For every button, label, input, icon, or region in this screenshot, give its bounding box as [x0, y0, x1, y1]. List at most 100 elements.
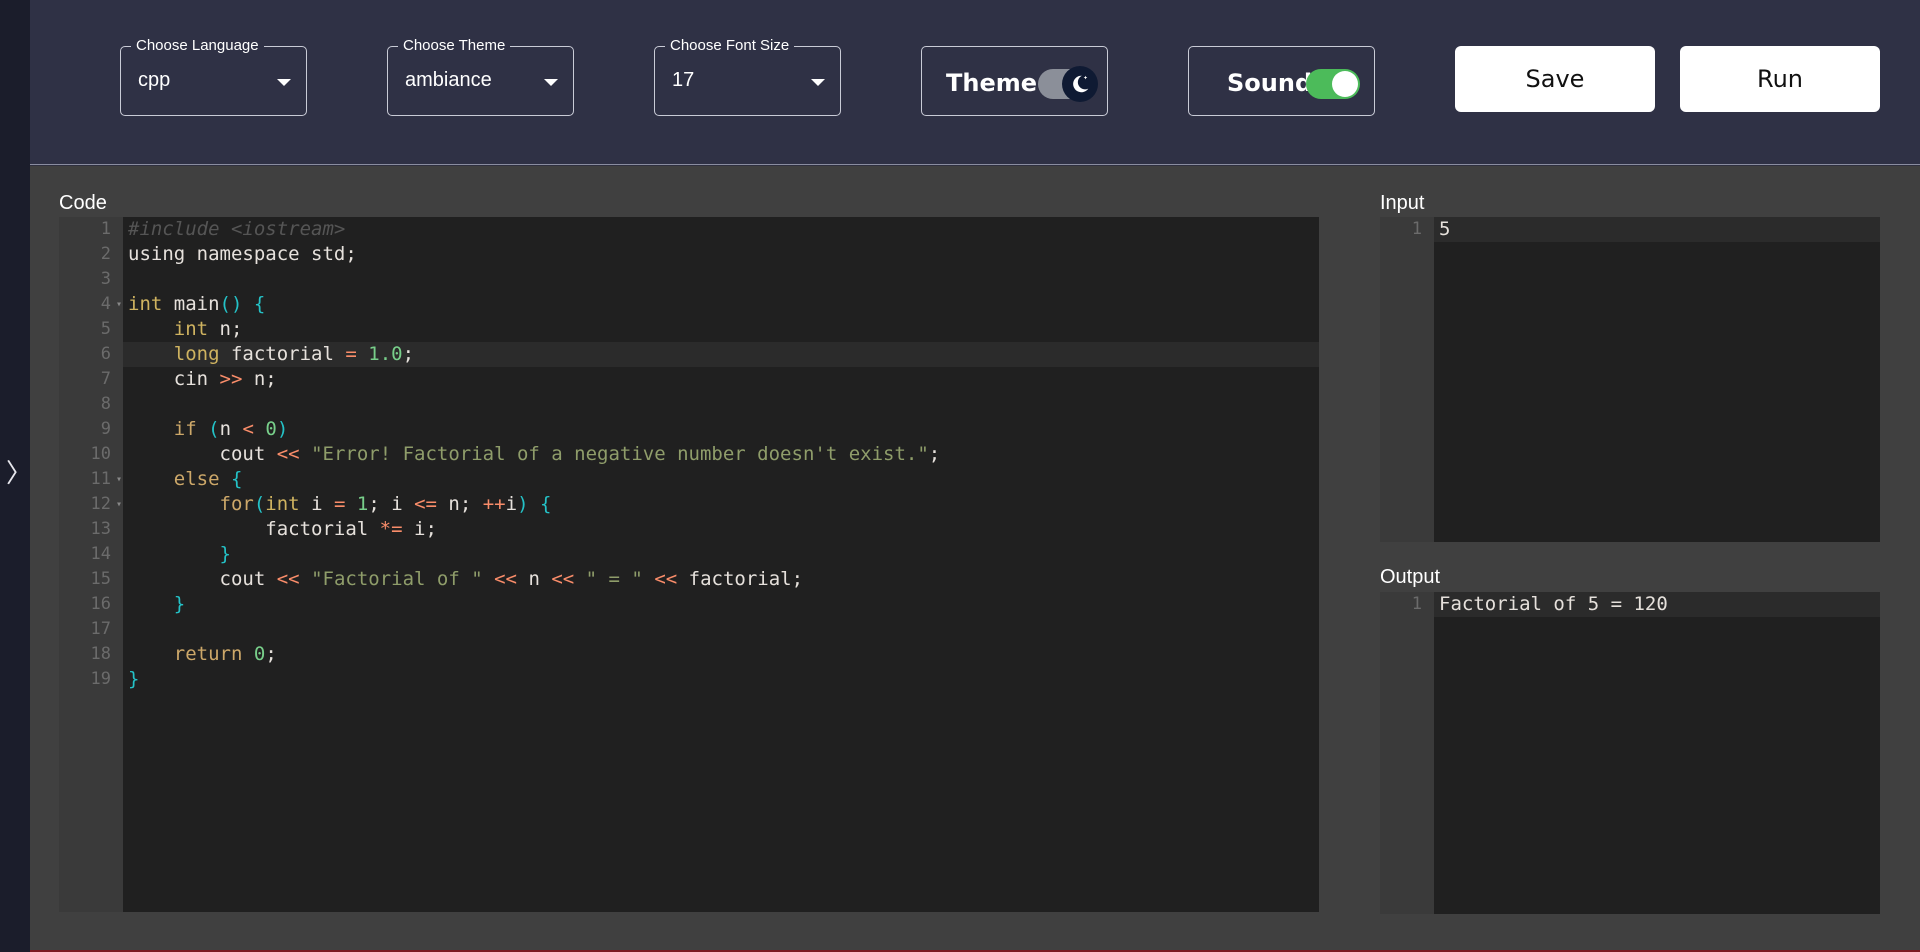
code-token: factorial;	[677, 568, 804, 590]
code-line[interactable]: #include <iostream>	[123, 217, 1319, 242]
line-number: 18	[90, 644, 111, 664]
line-number: 3	[100, 269, 111, 289]
code-token: int	[128, 293, 163, 315]
code-line[interactable]: else {	[123, 467, 1319, 492]
code-token: factorial	[219, 343, 346, 365]
code-token: for	[219, 493, 254, 515]
line-number: 1	[1411, 594, 1422, 614]
theme-select-value: ambiance	[405, 69, 492, 91]
sound-toggle-switch[interactable]	[1306, 69, 1360, 99]
code-line[interactable]: }	[123, 667, 1319, 692]
code-token: ;	[928, 443, 941, 465]
code-token: int	[173, 318, 209, 340]
save-button[interactable]: Save	[1455, 46, 1655, 112]
code-token: " = "	[585, 568, 643, 590]
code-token: n;	[208, 318, 243, 340]
sound-toggle-box: Sound	[1188, 46, 1375, 116]
theme-toggle-switch[interactable]	[1038, 66, 1098, 102]
code-line[interactable]: int main() {	[123, 292, 1319, 317]
font-size-select-value: 17	[672, 69, 695, 91]
language-select-value: cpp	[138, 69, 171, 91]
chevron-down-icon	[811, 79, 825, 86]
input-text-area[interactable]: 5	[1434, 217, 1880, 542]
code-line[interactable]: if (n < 0)	[123, 417, 1319, 442]
code-line[interactable]: }	[123, 542, 1319, 567]
theme-select[interactable]: Choose Theme ambiance	[387, 37, 574, 116]
code-token: cout	[128, 443, 277, 465]
moon-icon	[1062, 66, 1098, 102]
code-line[interactable]: cout << "Factorial of " << n << " = " <<…	[123, 567, 1319, 592]
code-token: cin	[128, 368, 220, 390]
toolbar: Choose Language cpp Choose Theme ambianc…	[30, 0, 1920, 165]
chevron-down-icon	[544, 79, 558, 86]
code-line[interactable]: int n;	[123, 317, 1319, 342]
code-token: #include <iostream>	[128, 218, 346, 240]
code-token: else	[173, 468, 220, 490]
code-token: ; i	[368, 493, 415, 515]
code-token: "Error! Factorial of a negative number d…	[311, 443, 929, 465]
line-number: 1	[100, 219, 111, 239]
code-token: }	[128, 668, 140, 690]
output-editor[interactable]: 1 Factorial of 5 = 120	[1380, 592, 1880, 914]
line-number: 7	[100, 369, 111, 389]
line-number: 14	[90, 544, 111, 564]
line-number: 19	[90, 669, 111, 689]
code-token: <<	[276, 568, 300, 590]
code-line[interactable]: for(int i = 1; i <= n; ++i) {	[123, 492, 1319, 517]
language-select[interactable]: Choose Language cpp	[120, 37, 307, 116]
line-number: 10	[90, 444, 111, 464]
code-line[interactable]	[123, 617, 1319, 642]
run-button[interactable]: Run	[1680, 46, 1880, 112]
theme-toggle-box: Theme	[921, 46, 1108, 116]
code-line[interactable]: cin >> n;	[123, 367, 1319, 392]
code-token: <=	[414, 493, 437, 515]
sidebar-expand-icon[interactable]: 〉	[6, 458, 32, 490]
font-size-select-label: Choose Font Size	[665, 37, 795, 54]
code-token: int	[265, 493, 300, 515]
code-token: }	[219, 543, 231, 565]
code-token: i;	[402, 518, 437, 540]
code-token: cout	[128, 568, 277, 590]
line-number: 8	[100, 394, 111, 414]
code-line[interactable]: using namespace std;	[123, 242, 1319, 267]
sound-toggle-label: Sound	[1227, 69, 1313, 97]
code-line[interactable]	[123, 267, 1319, 292]
output-panel-label: Output	[1380, 566, 1441, 588]
theme-select-label: Choose Theme	[398, 37, 511, 54]
code-token: <<	[551, 568, 575, 590]
language-select-label: Choose Language	[131, 37, 264, 54]
chevron-down-icon	[277, 79, 291, 86]
code-panel-label: Code	[59, 192, 107, 214]
code-token: <<	[494, 568, 517, 590]
code-line[interactable]: long factorial = 1.0;	[123, 342, 1319, 367]
bottom-border	[30, 946, 1920, 952]
code-token: <	[242, 418, 254, 440]
code-line[interactable]: factorial *= i;	[123, 517, 1319, 542]
input-editor[interactable]: 1 5	[1380, 217, 1880, 542]
code-token: {	[539, 493, 552, 515]
code-token: )	[517, 493, 529, 515]
font-size-select[interactable]: Choose Font Size 17	[654, 37, 841, 116]
code-line[interactable]: }	[123, 592, 1319, 617]
code-editor[interactable]: 12345678910111213141516171819 #include <…	[59, 217, 1319, 912]
sound-toggle-knob	[1332, 71, 1358, 97]
code-line[interactable]: cout << "Error! Factorial of a negative …	[123, 442, 1319, 467]
line-number: 17	[90, 619, 111, 639]
theme-toggle-label: Theme	[946, 69, 1038, 97]
code-line[interactable]: return 0;	[123, 642, 1319, 667]
code-line[interactable]	[123, 392, 1319, 417]
code-token: 0	[265, 418, 277, 440]
line-number: 12	[59, 492, 123, 517]
code-token: (	[208, 418, 220, 440]
code-text-area[interactable]: #include <iostream> using namespace std; i…	[123, 217, 1319, 912]
input-line[interactable]: 5	[1434, 217, 1880, 242]
